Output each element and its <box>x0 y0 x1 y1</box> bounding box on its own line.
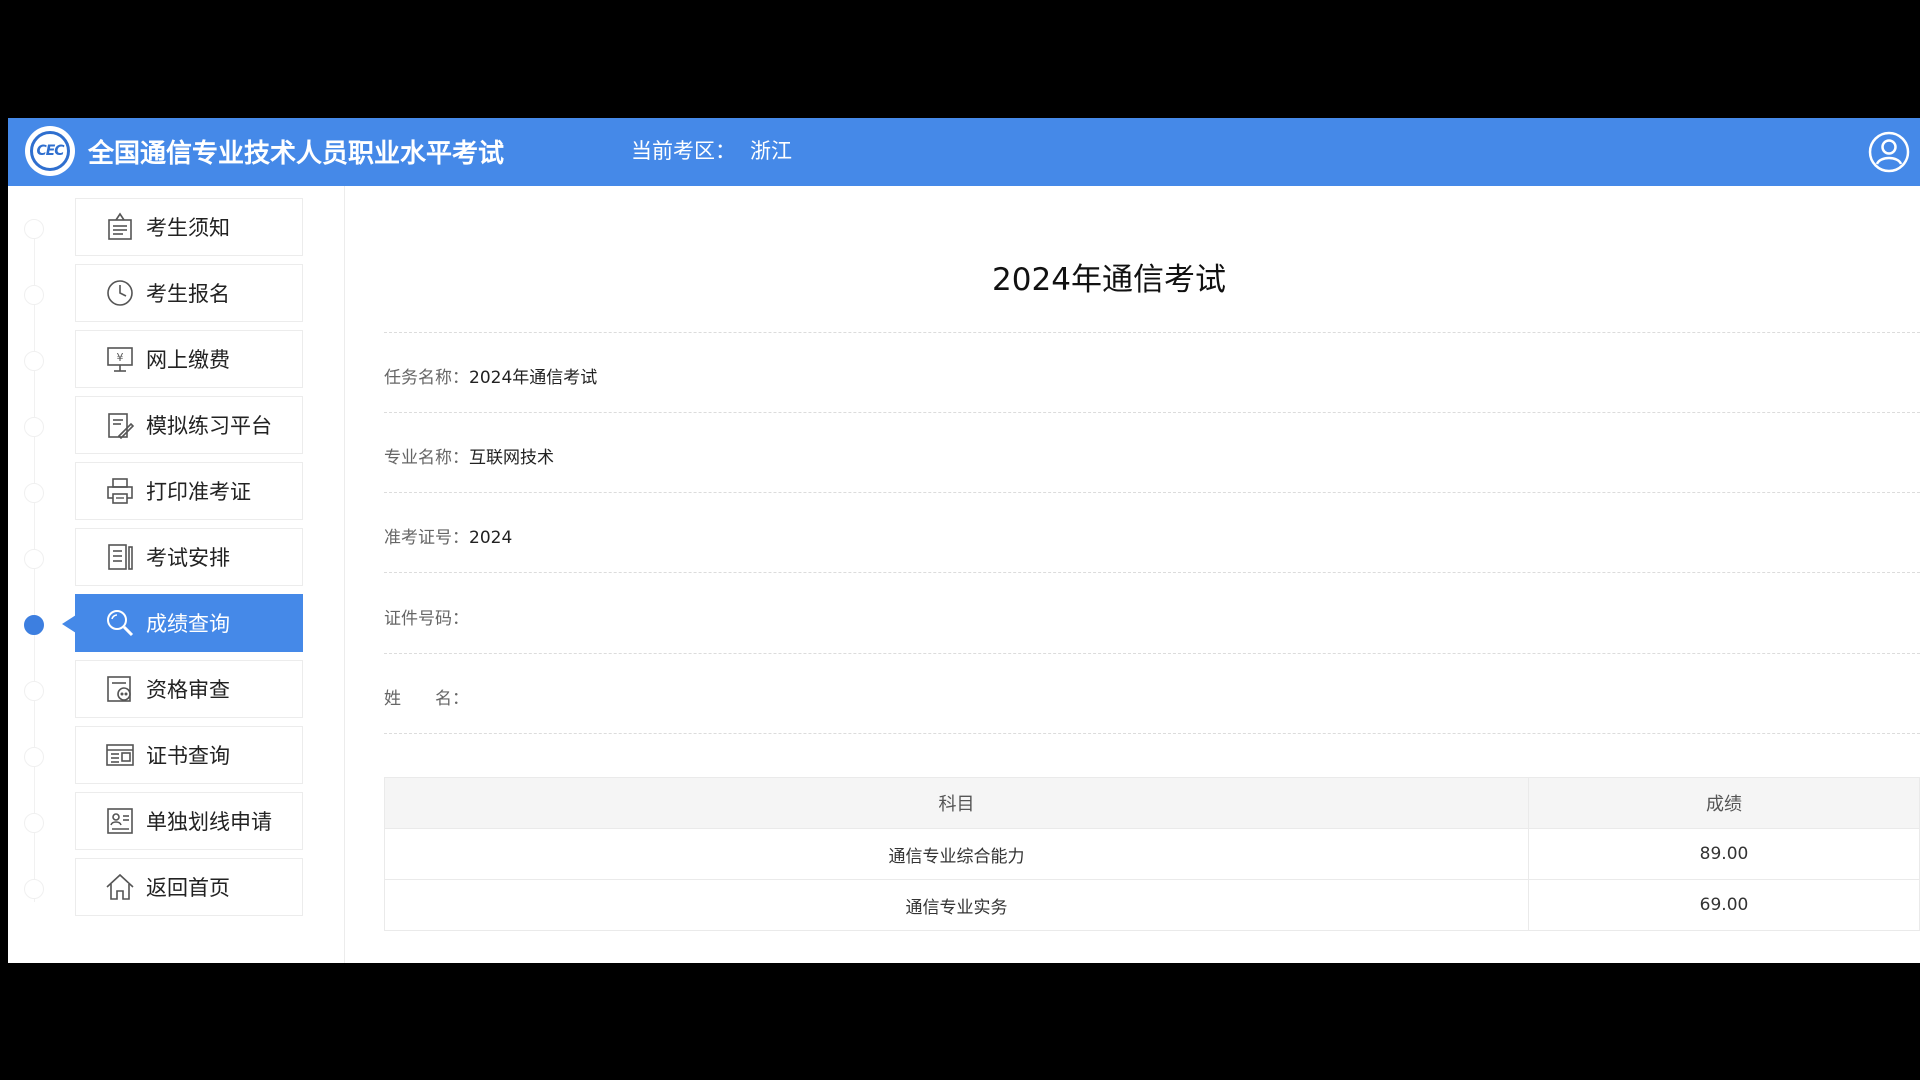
field-value: 2024年通信考试 <box>469 368 598 388</box>
field-label: 证件号码： <box>384 609 469 629</box>
field-value: 互联网技术 <box>469 448 554 468</box>
column-header-subject: 科目 <box>384 777 1529 829</box>
site-title: 全国通信专业技术人员职业水平考试 <box>88 139 505 169</box>
field-task-name: 任务名称：2024年通信考试 <box>384 363 597 393</box>
table-row: 通信专业综合能力 89.00 <box>384 828 1920 880</box>
nav-button[interactable]: 模拟练习平台 <box>75 396 303 454</box>
step-dot <box>24 417 44 437</box>
site-logo[interactable]: CEC <box>25 126 75 176</box>
step-dot-active <box>24 615 44 635</box>
sidebar-item-notice[interactable]: 考生须知 <box>8 198 344 258</box>
nav-button[interactable]: 考生报名 <box>75 264 303 322</box>
nav-button[interactable]: 打印准考证 <box>75 462 303 520</box>
step-dot <box>24 285 44 305</box>
step-dot <box>24 681 44 701</box>
nav-label: 单独划线申请 <box>146 810 272 834</box>
sidebar-item-practice[interactable]: 模拟练习平台 <box>8 396 344 456</box>
sidebar-item-payment[interactable]: ¥ 网上缴费 <box>8 330 344 390</box>
field-admission-number: 准考证号：2024 <box>384 523 512 553</box>
page-title: 2024年通信考试 <box>992 262 1226 298</box>
nav-button[interactable]: 单独划线申请 <box>75 792 303 850</box>
step-dot <box>24 351 44 371</box>
clock-icon <box>104 277 136 309</box>
step-dot <box>24 813 44 833</box>
notice-icon <box>104 211 136 243</box>
nav-button[interactable]: 考试安排 <box>75 528 303 586</box>
subject-cell: 通信专业实务 <box>384 879 1529 931</box>
sidebar-item-score-query[interactable]: 成绩查询 <box>8 594 344 654</box>
field-value: 2024 <box>469 528 513 548</box>
nav-label: 资格审查 <box>146 678 230 702</box>
score-cell: 89.00 <box>1528 828 1920 880</box>
nav-label: 考试安排 <box>146 546 230 570</box>
nav-button[interactable]: 证书查询 <box>75 726 303 784</box>
step-dot <box>24 549 44 569</box>
nav-label: 考生须知 <box>146 216 230 240</box>
sidebar-item-back-home[interactable]: 返回首页 <box>8 858 344 918</box>
divider <box>384 653 1920 655</box>
nav-label: 网上缴费 <box>146 348 230 372</box>
divider <box>384 733 1920 735</box>
divider <box>384 572 1920 574</box>
svg-text:¥: ¥ <box>117 351 124 364</box>
field-label: 任务名称： <box>384 368 469 388</box>
region-label: 当前考区： <box>631 139 736 163</box>
user-avatar-icon[interactable] <box>1868 131 1910 173</box>
nav-button[interactable]: 返回首页 <box>75 858 303 916</box>
step-dot <box>24 747 44 767</box>
sidebar-item-separate-line-application[interactable]: 单独划线申请 <box>8 792 344 852</box>
step-dot <box>24 879 44 899</box>
sidebar-item-print-admission[interactable]: 打印准考证 <box>8 462 344 522</box>
sidebar-item-exam-schedule[interactable]: 考试安排 <box>8 528 344 588</box>
sidebar-item-registration[interactable]: 考生报名 <box>8 264 344 324</box>
nav-button[interactable]: 考生须知 <box>75 198 303 256</box>
field-label: 姓 名： <box>384 689 469 709</box>
nav-label: 返回首页 <box>146 876 230 900</box>
certificate-icon <box>104 739 136 771</box>
score-table: 科目 成绩 通信专业综合能力 89.00 通信专业实务 69.00 <box>384 777 1920 931</box>
subject-cell: 通信专业综合能力 <box>384 828 1529 880</box>
home-icon <box>104 871 136 903</box>
region-value: 浙江 <box>750 139 792 163</box>
header-bar: CEC 全国通信专业技术人员职业水平考试 当前考区： 浙江 <box>8 118 1920 186</box>
field-name: 姓 名： <box>384 684 469 714</box>
field-label: 准考证号： <box>384 528 469 548</box>
divider <box>384 412 1920 414</box>
logo-text: CEC <box>30 131 70 171</box>
nav-label: 成绩查询 <box>146 612 230 636</box>
search-icon <box>104 607 136 639</box>
sidebar-nav: 考生须知 考生报名 ¥ 网上缴费 模拟练习平台 打印准考证 考试安排 成绩查询 … <box>8 186 345 963</box>
step-dot <box>24 483 44 503</box>
field-id-number: 证件号码： <box>384 604 469 634</box>
schedule-icon <box>104 541 136 573</box>
application-icon <box>104 805 136 837</box>
nav-label: 打印准考证 <box>146 480 251 504</box>
column-header-score: 成绩 <box>1528 777 1920 829</box>
sidebar-item-certificate-query[interactable]: 证书查询 <box>8 726 344 786</box>
table-row: 通信专业实务 69.00 <box>384 879 1920 931</box>
app-window: CEC 全国通信专业技术人员职业水平考试 当前考区： 浙江 考生须知 考生报名 … <box>0 118 1920 963</box>
field-label: 专业名称： <box>384 448 469 468</box>
nav-label: 模拟练习平台 <box>146 414 272 438</box>
nav-label: 考生报名 <box>146 282 230 306</box>
main-content: 2024年通信考试 任务名称：2024年通信考试 专业名称：互联网技术 准考证号… <box>384 186 1920 963</box>
payment-icon: ¥ <box>104 343 136 375</box>
divider <box>384 332 1920 334</box>
sidebar-item-qualification-review[interactable]: 资格审查 <box>8 660 344 720</box>
practice-icon <box>104 409 136 441</box>
nav-button[interactable]: ¥ 网上缴费 <box>75 330 303 388</box>
table-header-row: 科目 成绩 <box>384 777 1920 829</box>
score-cell: 69.00 <box>1528 879 1920 931</box>
nav-button[interactable]: 资格审查 <box>75 660 303 718</box>
printer-icon <box>104 475 136 507</box>
review-icon <box>104 673 136 705</box>
field-major-name: 专业名称：互联网技术 <box>384 443 554 473</box>
nav-label: 证书查询 <box>146 744 230 768</box>
current-region: 当前考区： 浙江 <box>631 135 792 165</box>
step-dot <box>24 219 44 239</box>
divider <box>384 492 1920 494</box>
nav-button-active[interactable]: 成绩查询 <box>62 594 303 652</box>
